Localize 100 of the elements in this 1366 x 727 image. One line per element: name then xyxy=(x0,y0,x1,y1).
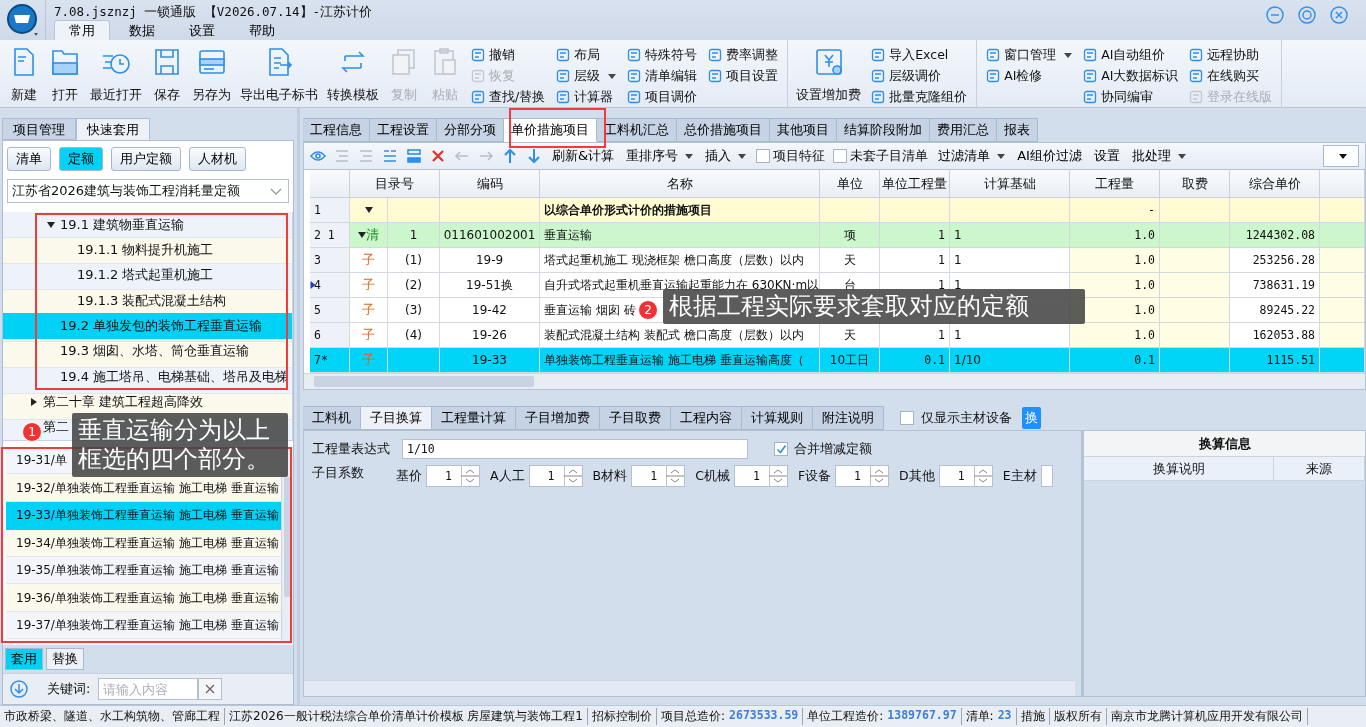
tree-item[interactable]: 第二 xyxy=(43,418,69,437)
tree-item[interactable]: 19.3 烟囱、水塔、筒仓垂直运输 xyxy=(60,342,250,361)
column-header[interactable]: 目录号 xyxy=(350,170,440,198)
toolbar-button[interactable]: 批量克隆组价 xyxy=(869,87,970,107)
toolbar-button[interactable]: 计算器 xyxy=(554,87,619,107)
page-tab[interactable]: 单价措施项目 xyxy=(504,118,597,142)
filter-button[interactable]: 清单 xyxy=(7,147,51,171)
column-header[interactable]: 单位 xyxy=(820,170,880,198)
menu-tab[interactable]: 常用 xyxy=(54,20,110,40)
detail-tab[interactable]: 附注说明 xyxy=(813,406,884,430)
tree-item[interactable]: 19.2 单独发包的装饰工程垂直运输 xyxy=(60,316,263,335)
norm-item[interactable]: 19-37/单独装饰工程垂直运输 施工电梯 垂直运输 xyxy=(6,612,281,640)
tree-item[interactable]: 第二十章 建筑工程超高降效 xyxy=(43,392,204,411)
list-icon[interactable] xyxy=(382,148,398,164)
detail-tab[interactable]: 工程内容 xyxy=(671,406,742,430)
toolbar-button[interactable]: AI检修 xyxy=(984,66,1075,86)
number-spinner[interactable]: 1 xyxy=(528,465,583,487)
tree-item[interactable]: 19.1.2 塔式起重机施工 xyxy=(77,266,214,285)
norm-item[interactable]: 19-33/单独装饰工程垂直运输 施工电梯 垂直运输 xyxy=(6,502,281,530)
toolbar-button[interactable]: AI自动组价 xyxy=(1081,45,1181,65)
toolbar-button[interactable]: 设置增加费 xyxy=(792,42,866,104)
toolbar-button[interactable]: 层级 xyxy=(554,66,619,86)
toolbar-button[interactable]: 特殊符号 xyxy=(625,45,700,65)
toolbar-button[interactable]: 远程协助 xyxy=(1187,45,1275,65)
filter-button[interactable]: 用户定额 xyxy=(111,147,181,171)
toolbar-button[interactable]: 清单编辑 xyxy=(625,66,700,86)
number-spinner[interactable]: 1 xyxy=(733,465,788,487)
toolbar-button[interactable]: 层级调价 xyxy=(869,66,970,86)
norm-item[interactable]: 19-35/单独装饰工程垂直运输 施工电梯 垂直运输 xyxy=(6,557,281,585)
number-spinner[interactable]: 1 xyxy=(631,465,686,487)
checkbox[interactable] xyxy=(756,149,771,163)
panel-tab[interactable]: 快速套用 xyxy=(76,118,150,140)
toolbar-button[interactable]: 打开 xyxy=(45,42,85,104)
tree-item[interactable]: 19.1 建筑物垂直运输 xyxy=(60,215,185,234)
panel-tab[interactable]: 项目管理 xyxy=(2,118,76,140)
menu-tab[interactable]: 设置 xyxy=(174,20,230,40)
toolbar-button[interactable]: 保存 xyxy=(147,42,187,104)
column-header[interactable]: 工程量 xyxy=(1070,170,1160,198)
column-header[interactable]: 取费 xyxy=(1160,170,1230,198)
download-icon[interactable] xyxy=(9,679,29,699)
column-header[interactable]: 名称 xyxy=(540,170,820,198)
menu-tab[interactable]: 数据 xyxy=(114,20,170,40)
page-tab[interactable]: 总价措施项目 xyxy=(677,118,770,142)
detail-tab[interactable]: 工程量计算 xyxy=(432,406,516,430)
expand-arrow-icon[interactable] xyxy=(358,231,366,239)
toolbar-button[interactable]: 导出电子标书 xyxy=(236,42,322,104)
toolbar-button[interactable]: 撤销 xyxy=(469,45,548,65)
toolbar-button[interactable]: 另存为 xyxy=(188,42,235,104)
page-tab[interactable]: 报表 xyxy=(997,118,1038,142)
column-header[interactable]: 单位工程量 xyxy=(880,170,950,198)
checkbox-label[interactable]: 未套子目清单 xyxy=(850,147,929,165)
toolbar-button[interactable]: 费率调整 xyxy=(706,45,781,65)
page-tab[interactable]: 分部分项 xyxy=(437,118,504,142)
checkbox-label[interactable]: 仅显示主材设备 xyxy=(921,409,1012,427)
norm-item[interactable]: 19-36/单独装饰工程垂直运输 施工电梯 垂直运输 xyxy=(6,584,281,612)
toolbar-button[interactable]: 过滤清单 xyxy=(936,147,1008,165)
restore-icon[interactable] xyxy=(1298,6,1316,24)
expand-arrow-icon[interactable] xyxy=(364,206,373,214)
toolbar-button[interactable]: 插入 xyxy=(703,147,749,165)
number-spinner[interactable]: 1 xyxy=(938,465,993,487)
detail-tab[interactable]: 计算规则 xyxy=(742,406,813,430)
number-spinner[interactable]: 1 xyxy=(426,465,480,487)
toolbar-button[interactable]: 刷新&计算 xyxy=(550,147,617,165)
scrollbar[interactable] xyxy=(304,680,1075,696)
minimize-icon[interactable] xyxy=(1266,6,1284,24)
filter-button[interactable]: 人材机 xyxy=(189,147,246,171)
column-header[interactable]: 编码 xyxy=(440,170,540,198)
detail-tab[interactable]: 子目换算 xyxy=(361,406,432,430)
checkbox-label[interactable]: 合并增减定额 xyxy=(794,440,872,458)
arrow-up-icon[interactable] xyxy=(502,148,518,164)
tree-item[interactable]: 19.1.1 物料提升机施工 xyxy=(77,241,214,259)
toolbar-button[interactable]: 布局 xyxy=(554,45,619,65)
toolbar-button[interactable]: 在线购买 xyxy=(1187,66,1275,86)
toolbar-button[interactable]: 重排序号 xyxy=(624,147,696,165)
page-tab[interactable]: 工程信息 xyxy=(303,118,370,142)
column-header[interactable]: 来源 xyxy=(1274,457,1365,480)
norm-item[interactable]: 19-31/单 xyxy=(6,447,69,475)
detail-tab[interactable]: 工料机 xyxy=(303,406,361,430)
library-dropdown[interactable]: 江苏省2026建筑与装饰工程消耗量定额 xyxy=(7,179,289,203)
toolbar-button[interactable]: 协同编审 xyxy=(1081,87,1181,107)
selected-row-highlight[interactable]: 19.2 单独发包的装饰工程垂直运输 xyxy=(3,313,293,339)
norm-item[interactable]: 19-32/单独装饰工程垂直运输 施工电梯 垂直运输 xyxy=(6,474,281,502)
toolbar-button[interactable]: 项目调价 xyxy=(625,87,700,107)
stack-icon[interactable] xyxy=(406,148,422,164)
menu-tab[interactable]: 帮助 xyxy=(234,20,290,40)
toolbar-button[interactable]: 新建 xyxy=(4,42,44,104)
scrollbar[interactable] xyxy=(304,373,1365,389)
column-header[interactable]: 综合单价 xyxy=(1230,170,1320,198)
page-tab[interactable]: 工程设置 xyxy=(370,118,437,142)
norm-item[interactable]: 19-34/单独装饰工程垂直运输 施工电梯 垂直运输 xyxy=(6,529,281,557)
column-header[interactable]: 计算基础 xyxy=(950,170,1070,198)
page-tab[interactable]: 其他项目 xyxy=(770,118,837,142)
close-icon[interactable] xyxy=(1330,6,1348,24)
checkbox[interactable] xyxy=(833,149,848,163)
scrollbar[interactable] xyxy=(292,212,294,440)
arrow-down-icon[interactable] xyxy=(526,148,542,164)
app-logo-icon[interactable] xyxy=(5,3,40,37)
detail-tab[interactable]: 子目取费 xyxy=(600,406,671,430)
checkbox[interactable] xyxy=(774,442,788,456)
toolbar-button[interactable]: 导入Excel xyxy=(869,45,970,65)
